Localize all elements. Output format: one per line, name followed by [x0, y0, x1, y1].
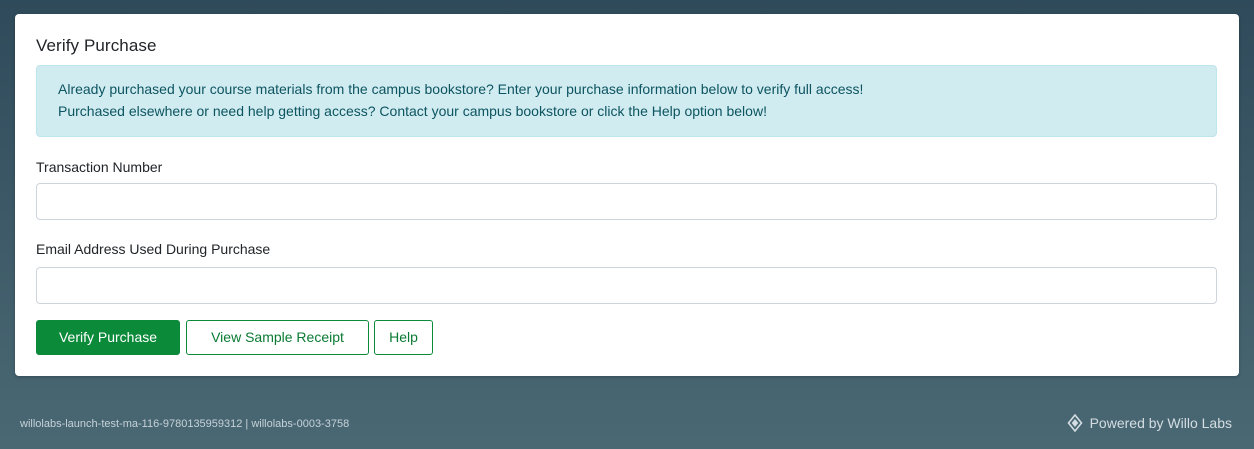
powered-by: Powered by Willo Labs: [1067, 413, 1232, 433]
info-alert: Already purchased your course materials …: [36, 65, 1217, 137]
email-address-input[interactable]: [36, 267, 1217, 304]
transaction-number-label: Transaction Number: [36, 159, 163, 175]
card-title: Verify Purchase: [36, 36, 157, 55]
launch-id-text: willolabs-launch-test-ma-116-97801359593…: [20, 418, 350, 430]
powered-by-text: Powered by Willo Labs: [1089, 415, 1232, 431]
help-button[interactable]: Help: [374, 320, 433, 355]
view-sample-receipt-button[interactable]: View Sample Receipt: [186, 320, 369, 355]
transaction-number-input[interactable]: [36, 183, 1217, 220]
willo-labs-logo-icon: [1067, 413, 1083, 433]
email-address-label: Email Address Used During Purchase: [36, 241, 271, 257]
alert-line-2: Purchased elsewhere or need help getting…: [58, 103, 767, 119]
verify-purchase-card: Verify Purchase Already purchased your c…: [15, 14, 1239, 376]
alert-line-1: Already purchased your course materials …: [58, 81, 864, 97]
verify-purchase-button[interactable]: Verify Purchase: [36, 320, 180, 355]
